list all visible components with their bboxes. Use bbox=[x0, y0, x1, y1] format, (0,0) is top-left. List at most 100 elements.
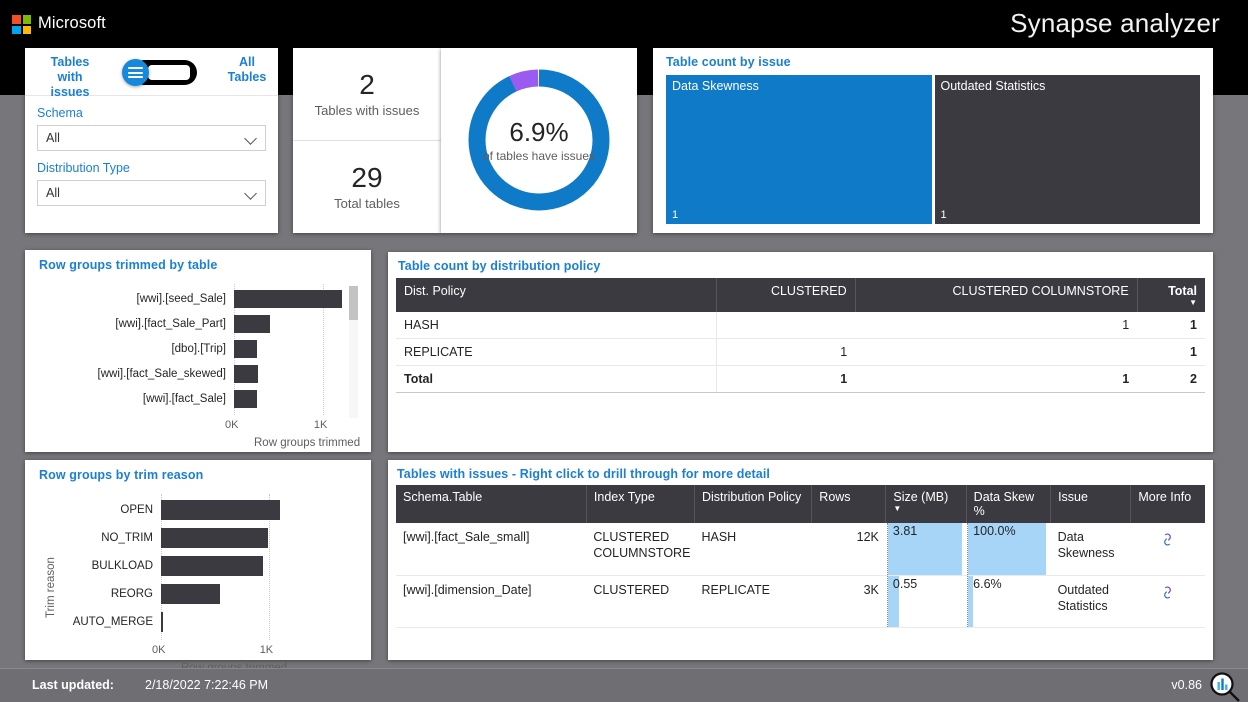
bar-chart-plot[interactable]: OPENNO_TRIMBULKLOADREORGAUTO_MERGE0K1KRo… bbox=[25, 488, 371, 674]
treemap-card: Table count by issue Data Skewness 1 Out… bbox=[653, 48, 1213, 233]
treemap-cell-label: Data Skewness bbox=[672, 79, 759, 93]
bar[interactable] bbox=[161, 584, 221, 604]
kpi-total-tables[interactable]: 29 Total tables bbox=[293, 141, 441, 234]
bar[interactable] bbox=[234, 390, 258, 408]
treemap-cell-outdated-statistics[interactable]: Outdated Statistics 1 bbox=[934, 75, 1200, 224]
table-scope-toggle[interactable] bbox=[122, 59, 197, 86]
matrix-col-clustered-columnstore[interactable]: CLUSTERED COLUMNSTORE bbox=[855, 278, 1138, 312]
version-label: v0.86 bbox=[1171, 678, 1202, 692]
issues-table-title: Tables with issues - Right click to dril… bbox=[397, 467, 770, 481]
issues-cell-skew-value: 6.6% bbox=[973, 576, 1002, 591]
hamburger-icon[interactable] bbox=[122, 59, 149, 86]
table-total-row[interactable]: Total 1 1 2 bbox=[396, 365, 1205, 393]
issues-cell-skew-value: 100.0% bbox=[973, 524, 1016, 538]
matrix-col-total[interactable]: Total ▼ bbox=[1137, 278, 1205, 312]
table-row[interactable]: [wwi].[fact_Sale_small] CLUSTERED COLUMN… bbox=[396, 523, 1205, 576]
table-row[interactable]: HASH 1 1 bbox=[396, 312, 1205, 339]
distribution-policy-matrix-card: Table count by distribution policy Dist.… bbox=[388, 252, 1213, 452]
chart-scrollbar-thumb[interactable] bbox=[349, 286, 358, 320]
bar[interactable] bbox=[161, 528, 269, 548]
chevron-down-icon[interactable] bbox=[246, 134, 257, 140]
issues-cell-data-skew: 6.6% bbox=[966, 575, 1051, 628]
table-row[interactable]: REPLICATE 1 1 bbox=[396, 338, 1205, 366]
bar-category-label: [dbo].[Trip] bbox=[171, 342, 226, 355]
issues-cell-issue: Data Skewness bbox=[1050, 523, 1131, 576]
issues-col-schema-table[interactable]: Schema.Table bbox=[396, 485, 587, 523]
bar[interactable] bbox=[161, 556, 263, 576]
issues-col-distribution-policy[interactable]: Distribution Policy bbox=[694, 485, 813, 523]
chart-title: Row groups trimmed by table bbox=[39, 258, 218, 272]
issues-col-rows[interactable]: Rows bbox=[811, 485, 887, 523]
bar-category-label: REORG bbox=[110, 587, 153, 600]
issues-cell-data-skew: 100.0% bbox=[966, 523, 1051, 576]
bar[interactable] bbox=[234, 365, 258, 383]
chart-scrollbar[interactable] bbox=[349, 286, 358, 418]
sort-descending-caret-icon[interactable]: ▼ bbox=[893, 505, 958, 513]
bar[interactable] bbox=[161, 500, 280, 520]
link-icon[interactable] bbox=[1160, 585, 1175, 599]
issues-cell-size-value: 3.81 bbox=[892, 524, 918, 538]
status-bar: Last updated: 2/18/2022 7:22:46 PM v0.86 bbox=[0, 668, 1248, 702]
last-updated-label: Last updated: bbox=[32, 678, 114, 692]
bar[interactable] bbox=[234, 340, 258, 358]
filter-panel: Tables with issues All Tables Schema All… bbox=[25, 48, 278, 233]
matrix-cell-clustered-columnstore bbox=[855, 338, 1138, 366]
kpi-label: Tables with issues bbox=[314, 102, 420, 118]
issues-cell-distribution-policy: HASH bbox=[694, 523, 812, 576]
matrix-cell-clustered: 1 bbox=[716, 338, 856, 366]
chevron-down-icon[interactable] bbox=[246, 189, 257, 195]
chart-title: Row groups by trim reason bbox=[39, 468, 204, 482]
kpi-value: 29 bbox=[351, 161, 383, 193]
x-axis-tick: 0K bbox=[225, 419, 239, 431]
donut-chart[interactable]: 6.9% of tables have issues bbox=[441, 48, 637, 233]
distribution-type-slicer: Distribution Type All bbox=[25, 151, 278, 206]
bar[interactable] bbox=[161, 612, 163, 632]
issues-cell-rows: 3K bbox=[811, 575, 886, 628]
kpi-value: 2 bbox=[359, 68, 375, 100]
distribution-policy-matrix[interactable]: Dist. Policy CLUSTERED CLUSTERED COLUMNS… bbox=[396, 278, 1205, 393]
donut-percent-caption: of tables have issues bbox=[482, 148, 596, 163]
matrix-col-dist-policy[interactable]: Dist. Policy bbox=[396, 278, 718, 312]
link-icon[interactable] bbox=[1160, 533, 1175, 546]
issues-cell-size-mb: 3.81 bbox=[885, 523, 967, 576]
bar[interactable] bbox=[234, 290, 342, 308]
y-axis-title: Trim reason bbox=[45, 557, 57, 618]
tables-with-issues-table[interactable]: Schema.Table Index Type Distribution Pol… bbox=[396, 485, 1205, 628]
issues-cell-issue: Outdated Statistics bbox=[1050, 575, 1131, 628]
schema-slicer-dropdown[interactable]: All bbox=[37, 125, 266, 151]
toggle-right-label[interactable]: All Tables bbox=[224, 55, 270, 85]
treemap-cell-data-skewness[interactable]: Data Skewness 1 bbox=[666, 75, 932, 224]
matrix-title: Table count by distribution policy bbox=[398, 259, 601, 273]
treemap-cell-label: Outdated Statistics bbox=[940, 79, 1046, 93]
kpi-card-group: 2 Tables with issues 29 Total tables bbox=[293, 48, 441, 233]
sort-descending-caret-icon[interactable]: ▼ bbox=[1146, 299, 1197, 307]
matrix-cell-policy: HASH bbox=[396, 312, 717, 339]
issues-col-more-info[interactable]: More Info bbox=[1130, 485, 1205, 523]
treemap-cell-value: 1 bbox=[672, 209, 679, 221]
table-row[interactable]: [wwi].[dimension_Date] CLUSTERED REPLICA… bbox=[396, 575, 1205, 628]
page-title: Synapse analyzer bbox=[1010, 8, 1220, 38]
matrix-col-clustered[interactable]: CLUSTERED bbox=[716, 278, 856, 312]
matrix-cell-clustered-columnstore: 1 bbox=[855, 365, 1138, 393]
issues-col-issue[interactable]: Issue bbox=[1050, 485, 1132, 523]
toggle-left-label[interactable]: Tables with issues bbox=[37, 55, 103, 100]
x-axis-tick: 0K bbox=[152, 644, 166, 656]
kpi-label: Total tables bbox=[334, 195, 400, 211]
table-header-row: Dist. Policy CLUSTERED CLUSTERED COLUMNS… bbox=[396, 278, 1205, 312]
issues-cell-index-type: CLUSTERED COLUMNSTORE bbox=[586, 523, 695, 576]
issues-cell-distribution-policy: REPLICATE bbox=[694, 575, 812, 628]
row-groups-trimmed-by-table-card: Row groups trimmed by table [wwi].[seed_… bbox=[25, 250, 371, 452]
kpi-tables-with-issues[interactable]: 2 Tables with issues bbox=[293, 48, 441, 141]
distribution-type-slicer-label: Distribution Type bbox=[37, 161, 130, 175]
bar-category-label: [wwi].[seed_Sale] bbox=[136, 292, 227, 305]
bar-chart-plot[interactable]: [wwi].[seed_Sale] [wwi].[fact_Sale_Part] [… bbox=[25, 278, 371, 452]
bar[interactable] bbox=[234, 315, 270, 333]
magnifier-chart-icon[interactable] bbox=[1208, 670, 1242, 702]
bar-category-label: NO_TRIM bbox=[101, 531, 153, 544]
distribution-type-slicer-dropdown[interactable]: All bbox=[37, 180, 266, 206]
issues-cell-more-info[interactable] bbox=[1130, 523, 1205, 576]
microsoft-logo-icon bbox=[12, 15, 31, 34]
issues-cell-more-info[interactable] bbox=[1130, 575, 1205, 628]
matrix-cell-total: 2 bbox=[1137, 365, 1205, 393]
issues-col-index-type[interactable]: Index Type bbox=[586, 485, 695, 523]
